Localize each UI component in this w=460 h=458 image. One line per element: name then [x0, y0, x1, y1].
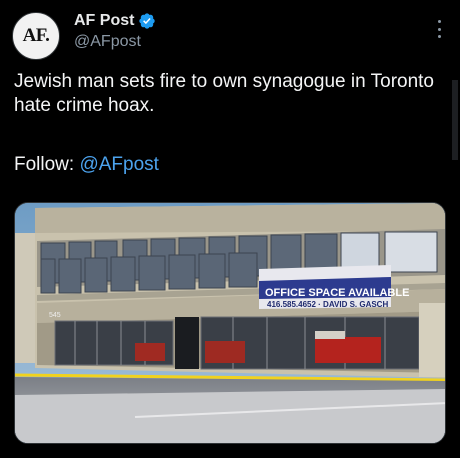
follow-label: Follow:	[14, 154, 75, 175]
building-photo: OFFICE SPACE AVAILABLE 416.585.4652 · DA…	[15, 203, 445, 443]
tweet-media-image[interactable]: OFFICE SPACE AVAILABLE 416.585.4652 · DA…	[14, 202, 446, 444]
display-name[interactable]: AF Post	[74, 12, 134, 30]
sign-bottom-text: 416.585.4652 · DAVID S. GASCH	[267, 300, 388, 309]
scrollbar[interactable]	[452, 80, 458, 160]
tweet-text: Jewish man sets fire to own synagogue in…	[14, 71, 434, 116]
avatar-text: AF.	[22, 25, 50, 46]
follow-line: Follow: @AFpost	[14, 154, 159, 176]
follow-handle-link[interactable]: @AFpost	[79, 154, 158, 175]
more-options-icon[interactable]	[436, 20, 442, 38]
building-number: 545	[49, 312, 61, 319]
sign-top-text: OFFICE SPACE AVAILABLE	[265, 287, 409, 299]
tweet-card[interactable]: AF. AF Post @AFpost Jewish man sets fire…	[0, 0, 460, 458]
author-name-row: AF Post	[74, 12, 156, 30]
verified-badge-icon	[139, 13, 156, 29]
avatar[interactable]: AF.	[12, 12, 60, 60]
author-handle[interactable]: @AFpost	[74, 33, 141, 51]
